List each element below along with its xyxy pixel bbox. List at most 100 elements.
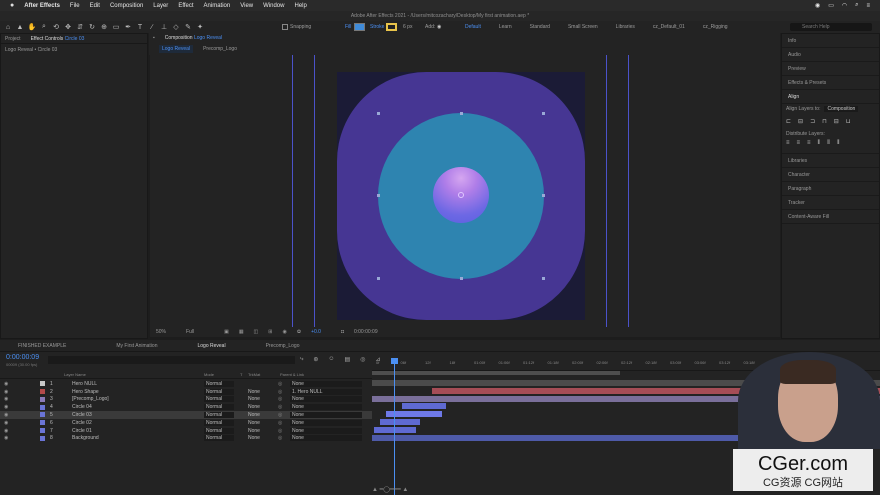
menu-edit[interactable]: Edit [90,3,100,9]
stroke-label[interactable]: Stroke [370,21,384,33]
layer-name[interactable]: Hero Shape [72,389,99,395]
orbit-tool-icon[interactable]: ⟲ [52,23,60,31]
menu-window[interactable]: Window [263,3,284,9]
layer-name[interactable]: Circle 01 [72,428,92,434]
handle-mr[interactable] [542,194,545,197]
menu-app[interactable]: After Effects [24,3,60,9]
handle-br[interactable] [542,277,545,280]
motion-blur-icon[interactable]: ◎ [360,356,365,363]
layer-parent[interactable]: None [290,380,362,387]
layer-trkmat[interactable]: None [246,428,274,434]
pickwhip-icon[interactable]: ◎ [278,396,282,402]
align-bottom-icon[interactable]: ⊔ [846,118,851,125]
pan-behind-tool-icon[interactable]: ⊕ [100,23,108,31]
workspace-small-screen[interactable]: Small Screen [568,24,598,30]
layer-mode[interactable]: Normal [204,388,234,395]
align-target-select[interactable]: Composition [824,106,859,112]
tab-effect-controls[interactable]: Effect Controls Circle 03 [31,36,85,42]
panel-preview[interactable]: Preview [782,62,879,76]
subtab-logo-reveal[interactable]: Logo Reveal [159,45,194,53]
exposure-value[interactable]: +0.0 [311,329,321,335]
fill-swatch[interactable] [354,23,365,31]
layer-bar[interactable] [402,403,446,410]
region-icon[interactable]: ▣ [224,329,229,335]
eye-icon[interactable]: ◉ [4,412,8,418]
puppet-tool-icon[interactable]: ✦ [196,23,204,31]
add-label[interactable]: Add: [425,21,435,33]
eye-icon[interactable]: ◉ [4,396,8,402]
stroke-swatch[interactable] [386,23,397,31]
rectangle-tool-icon[interactable]: ▭ [112,23,120,31]
distribute-4-icon[interactable]: ⦀ [818,140,821,147]
tab-finished-example[interactable]: FINISHED EXAMPLE [18,343,66,349]
work-area-bar[interactable] [372,371,620,375]
type-tool-icon[interactable]: T [136,23,144,31]
handle-ml[interactable] [377,194,380,197]
layer-name[interactable]: Background [72,435,99,441]
layer-parent[interactable]: 1. Hero NULL [290,388,362,395]
layer-mode[interactable]: Normal [204,380,234,387]
menu-layer[interactable]: Layer [153,3,168,9]
zoom-slider[interactable]: ▲ ━◯━━━ ▲ [372,486,432,493]
panel-audio[interactable]: Audio [782,48,879,62]
control-center-icon[interactable]: ≡ [866,3,870,9]
battery-icon[interactable]: ▭ [828,2,834,9]
snapshot-icon[interactable]: ◘ [341,329,344,335]
subtab-precomp-logo[interactable]: Precomp_Logo [203,46,237,52]
layer-trkmat[interactable]: None [246,404,274,410]
table-row[interactable]: ◉ 4 Circle 04 Normal None ◎ None [0,403,372,411]
label-color-swatch[interactable] [40,420,45,426]
layer-name[interactable]: Hero NULL [72,381,97,387]
align-right-icon[interactable]: ⊐ [810,118,815,125]
menu-help[interactable]: Help [294,3,306,9]
label-color-swatch[interactable] [40,396,45,402]
distribute-1-icon[interactable]: ≡ [786,140,790,147]
layer-mode[interactable]: Normal [204,427,234,434]
label-color-swatch[interactable] [40,412,45,418]
layer-trkmat[interactable]: None [246,435,274,441]
selection-tool-icon[interactable]: ▲ [16,23,24,31]
panel-content-aware-fill[interactable]: Content-Aware Fill [782,210,879,224]
layer-name[interactable]: Circle 03 [72,412,92,418]
timeline-search-input[interactable] [48,356,295,364]
label-color-swatch[interactable] [40,428,45,434]
tab-project[interactable]: Project [5,36,21,42]
menu-file[interactable]: File [70,3,80,9]
handle-tl[interactable] [377,112,380,115]
table-row[interactable]: ◉ 6 Circle 02 Normal None ◎ None [0,419,372,427]
workspace-cz-default[interactable]: cz_Default_01 [653,24,685,30]
timeline-timecode[interactable]: 0:00:00:09 [6,354,39,361]
menu-view[interactable]: View [240,3,253,9]
layer-name[interactable]: Circle 02 [72,420,92,426]
hand-tool-icon[interactable]: ✋ [28,23,37,31]
wifi-icon[interactable]: ◠ [842,2,847,9]
transparency-grid-icon[interactable]: ▦ [239,329,244,335]
eye-icon[interactable]: ◉ [4,381,8,387]
menu-effect[interactable]: Effect [178,3,193,9]
tab-my-first-animation[interactable]: My First Animation [116,343,157,349]
color-icon[interactable]: ✿ [297,329,301,335]
eye-icon[interactable]: ◉ [4,420,8,426]
table-row[interactable]: ◉ 2 Hero Shape Normal None ◎ 1. Hero NULL [0,388,372,396]
search-icon[interactable]: ⌕ [855,2,858,9]
tab-logo-reveal[interactable]: Logo Reveal [197,343,225,349]
label-color-swatch[interactable] [40,381,45,387]
eye-icon[interactable]: ◉ [4,428,8,434]
panel-effects-presets[interactable]: Effects & Presets [782,76,879,90]
current-time[interactable]: 0:00:00:09 [354,329,378,335]
pickwhip-icon[interactable]: ◎ [278,435,282,441]
panel-libraries[interactable]: Libraries [782,154,879,168]
layer-parent[interactable]: None [290,419,362,426]
snapping-checkbox[interactable] [282,24,288,30]
handle-tc[interactable] [460,112,463,115]
pickwhip-icon[interactable]: ◎ [278,404,282,410]
layer-parent[interactable]: None [290,404,362,411]
mask-toggle-icon[interactable]: ◫ [254,329,259,335]
tab-precomp-logo[interactable]: Precomp_Logo [266,343,300,349]
pickwhip-icon[interactable]: ◎ [278,412,282,418]
align-left-icon[interactable]: ⊏ [786,118,791,125]
dolly-tool-icon[interactable]: ⇵ [76,23,84,31]
workspace-cz-rigging[interactable]: cz_Rigging [703,24,728,30]
panel-character[interactable]: Character [782,168,879,182]
brush-tool-icon[interactable]: ∕ [148,23,156,31]
